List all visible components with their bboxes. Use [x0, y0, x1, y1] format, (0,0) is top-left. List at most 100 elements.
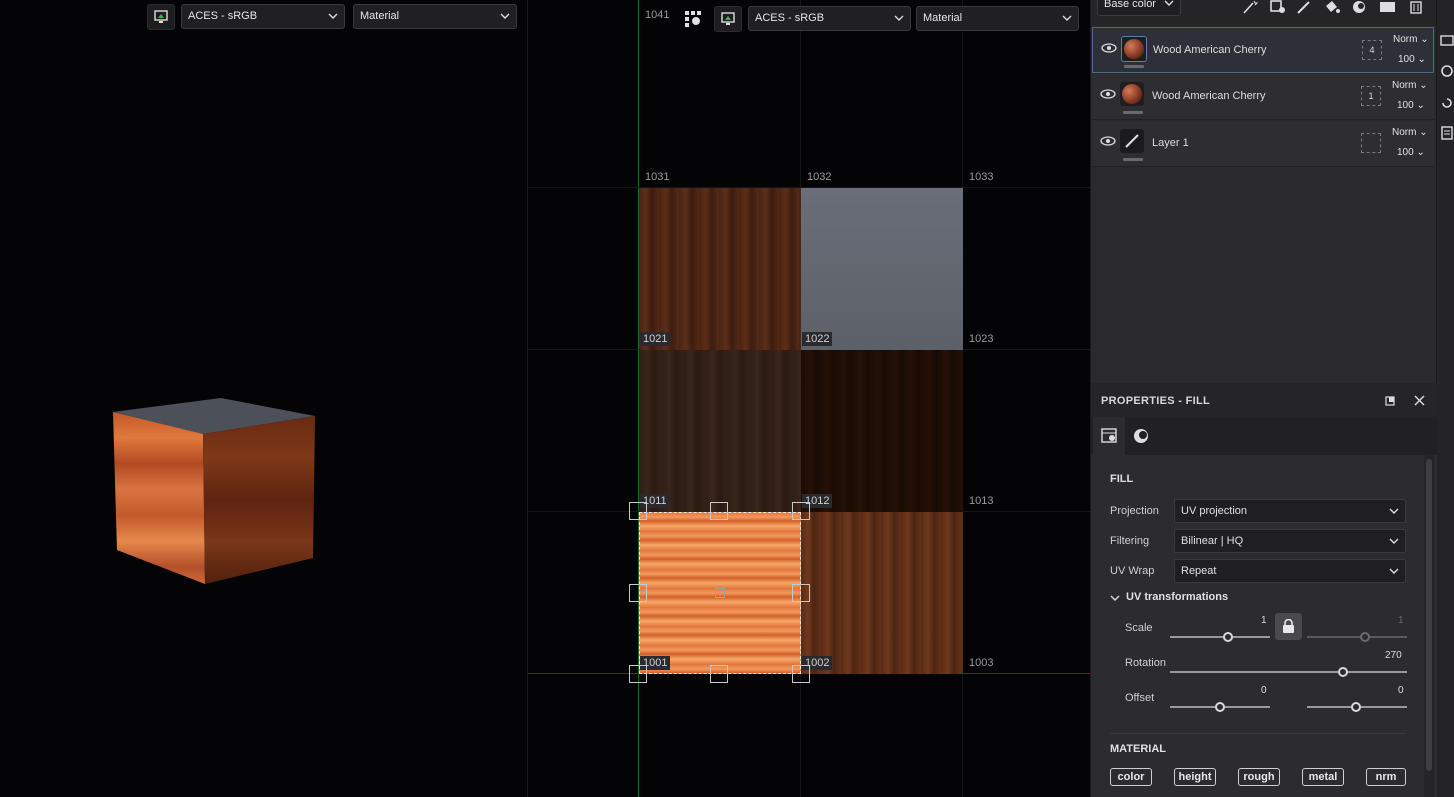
channel-dropdown-2d[interactable]: Material: [916, 6, 1079, 31]
eye-icon[interactable]: [1100, 134, 1116, 148]
effects-icon[interactable]: [1269, 0, 1287, 14]
viewport-3d[interactable]: ACES - sRGB Material: [0, 0, 527, 797]
chevron-down-icon: [1389, 538, 1399, 544]
transform-handle-bottom-right[interactable]: [792, 665, 810, 683]
undock-icon[interactable]: [1385, 396, 1395, 406]
transform-handle-bottom-left[interactable]: [629, 665, 647, 683]
history-icon[interactable]: [1440, 96, 1454, 110]
scale-u-slider[interactable]: [1170, 636, 1270, 638]
channel-chip-metal[interactable]: metal: [1302, 768, 1344, 786]
channel-chip-color[interactable]: color: [1110, 768, 1152, 786]
panel-title: PROPERTIES - FILL: [1101, 395, 1210, 407]
fill-bucket-icon[interactable]: [1323, 0, 1341, 14]
smart-material-icon[interactable]: [1351, 0, 1369, 14]
uvwrap-select[interactable]: Repeat: [1174, 559, 1406, 583]
udim-label: 1003: [969, 657, 994, 669]
cube-left-face: [113, 412, 205, 584]
layer-name: Wood American Cherry: [1153, 44, 1267, 56]
scale-v-slider: [1307, 636, 1407, 638]
filtering-select[interactable]: Bilinear | HQ: [1174, 529, 1406, 553]
channel-dropdown-3d[interactable]: Material: [353, 4, 517, 29]
projection-value: UV projection: [1181, 505, 1248, 517]
blend-mode[interactable]: Norm ⌄: [1392, 127, 1428, 138]
display-settings-button[interactable]: [147, 4, 175, 30]
camera-icon[interactable]: [1440, 64, 1454, 78]
mask-slot[interactable]: 4: [1362, 40, 1382, 60]
layer-row[interactable]: Wood American Cherry 1 Norm ⌄ 100 ⌄: [1092, 74, 1434, 120]
log-icon[interactable]: [1440, 126, 1454, 140]
udim-tile-1021: [639, 350, 801, 512]
udim-label: 1031: [645, 171, 670, 183]
section-divider: [1110, 733, 1406, 734]
grid-options-icon[interactable]: [684, 10, 702, 28]
layer-thumbnail: [1120, 129, 1144, 153]
layer-opacity[interactable]: 100 ⌄: [1398, 54, 1426, 65]
layer-row[interactable]: Wood American Cherry 4 Norm ⌄ 100 ⌄: [1092, 27, 1434, 73]
transform-handle-top-right[interactable]: [792, 502, 810, 520]
rotation-thumb[interactable]: [1338, 667, 1348, 677]
mask-slot[interactable]: 1: [1361, 86, 1381, 106]
transform-handle-top[interactable]: [710, 502, 728, 520]
scrollbar-thumb[interactable]: [1426, 459, 1432, 771]
lock-icon: [1283, 619, 1294, 633]
offset-v-value: 0: [1398, 685, 1404, 696]
display-settings-icon[interactable]: [1440, 34, 1454, 48]
channel-chip-height[interactable]: height: [1174, 768, 1216, 786]
layer-channel-dropdown[interactable]: Base color: [1097, 0, 1181, 16]
blend-mode[interactable]: Norm ⌄: [1393, 34, 1429, 45]
folder-icon[interactable]: [1379, 0, 1397, 14]
udim-tile-1032: [801, 188, 963, 350]
eye-icon[interactable]: [1101, 41, 1117, 55]
color-profile-dropdown-2d[interactable]: ACES - sRGB: [748, 6, 911, 31]
layer-opacity[interactable]: 100 ⌄: [1397, 100, 1425, 111]
color-profile-dropdown-3d[interactable]: ACES - sRGB: [181, 4, 345, 29]
udim-tile-1022: [801, 350, 963, 512]
brush-icon[interactable]: [1295, 0, 1313, 14]
scale-label: Scale: [1125, 622, 1153, 634]
close-icon[interactable]: [1414, 395, 1425, 406]
offset-u-thumb[interactable]: [1215, 702, 1225, 712]
chevron-down-icon: [1389, 508, 1399, 514]
scale-u-thumb[interactable]: [1223, 632, 1233, 642]
scale-v-value: 1: [1398, 615, 1404, 626]
properties-tabs: [1091, 417, 1437, 455]
chevron-down-icon: [500, 13, 510, 19]
transform-handle-center[interactable]: [715, 588, 725, 598]
layer-opacity[interactable]: 100 ⌄: [1397, 147, 1425, 158]
transform-handle-top-left[interactable]: [629, 502, 647, 520]
tab-material[interactable]: [1125, 417, 1157, 455]
projection-select[interactable]: UV projection: [1174, 499, 1406, 523]
udim-label: 1021: [640, 332, 671, 346]
mask-slot[interactable]: [1361, 133, 1381, 153]
layer-row[interactable]: Layer 1 Norm ⌄ 100 ⌄: [1092, 121, 1434, 167]
properties-scrollbar[interactable]: [1424, 455, 1434, 797]
chevron-down-icon: [894, 15, 904, 21]
scale-u-value: 1: [1261, 615, 1267, 626]
blend-mode-value: Norm: [1392, 127, 1417, 138]
viewport-2d[interactable]: 1041 1042 1043 1031 1032 1033 1021 1022 …: [528, 0, 1090, 797]
right-dock-strip: [1436, 0, 1454, 797]
trash-icon[interactable]: [1407, 0, 1425, 14]
filtering-label: Filtering: [1110, 535, 1150, 547]
transform-handle-bottom[interactable]: [710, 665, 728, 683]
blend-mode-value: Norm: [1393, 34, 1418, 45]
offset-v-thumb[interactable]: [1351, 702, 1361, 712]
transform-handle-right[interactable]: [792, 584, 810, 602]
magic-wand-icon[interactable]: [1241, 0, 1259, 14]
layer-thumbnail: [1120, 82, 1144, 106]
layer-underline: [1124, 65, 1144, 68]
cube-model[interactable]: [105, 390, 325, 590]
channel-chip-rough[interactable]: rough: [1238, 768, 1280, 786]
channel-chip-nrm[interactable]: nrm: [1366, 768, 1406, 786]
eye-icon[interactable]: [1100, 87, 1116, 101]
tab-fill-settings[interactable]: [1093, 417, 1125, 455]
chevron-down-icon: [1164, 0, 1174, 6]
blend-mode[interactable]: Norm ⌄: [1392, 80, 1428, 91]
transform-handle-left[interactable]: [629, 584, 647, 602]
rotation-slider[interactable]: [1170, 671, 1407, 673]
monitor-icon: [154, 10, 168, 23]
lock-scale-button[interactable]: [1275, 613, 1302, 640]
display-settings-button-2d[interactable]: [714, 6, 742, 32]
rotation-label: Rotation: [1125, 657, 1166, 669]
paint-layer-icon: [1125, 134, 1139, 148]
